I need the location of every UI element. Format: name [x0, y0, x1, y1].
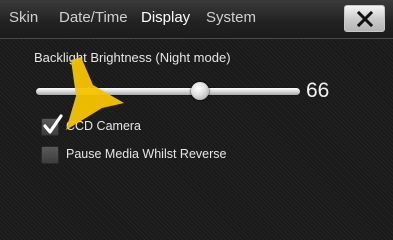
ccd-camera-checkbox[interactable]: [41, 114, 63, 136]
close-button[interactable]: [344, 5, 385, 32]
backlight-brightness-slider[interactable]: [36, 80, 300, 104]
backlight-brightness-value: 66: [306, 79, 330, 102]
ccd-camera-label: CCD Camera: [66, 119, 142, 133]
tab-skin[interactable]: Skin: [9, 9, 38, 26]
pause-media-label: Pause Media Whilst Reverse: [66, 147, 227, 161]
tab-bar: Skin Date/Time Display System: [0, 0, 393, 39]
slider-thumb[interactable]: [190, 82, 209, 100]
settings-screen: Skin Date/Time Display System Backlight …: [0, 0, 393, 240]
close-x-icon: [357, 11, 373, 27]
pause-media-checkbox[interactable]: [41, 146, 59, 164]
tab-date-time[interactable]: Date/Time: [59, 9, 128, 26]
checkmark-icon: [43, 114, 63, 134]
tab-system[interactable]: System: [206, 9, 256, 26]
slider-track[interactable]: [36, 88, 300, 95]
tab-display[interactable]: Display: [141, 9, 190, 26]
backlight-brightness-label: Backlight Brightness (Night mode): [34, 50, 231, 65]
